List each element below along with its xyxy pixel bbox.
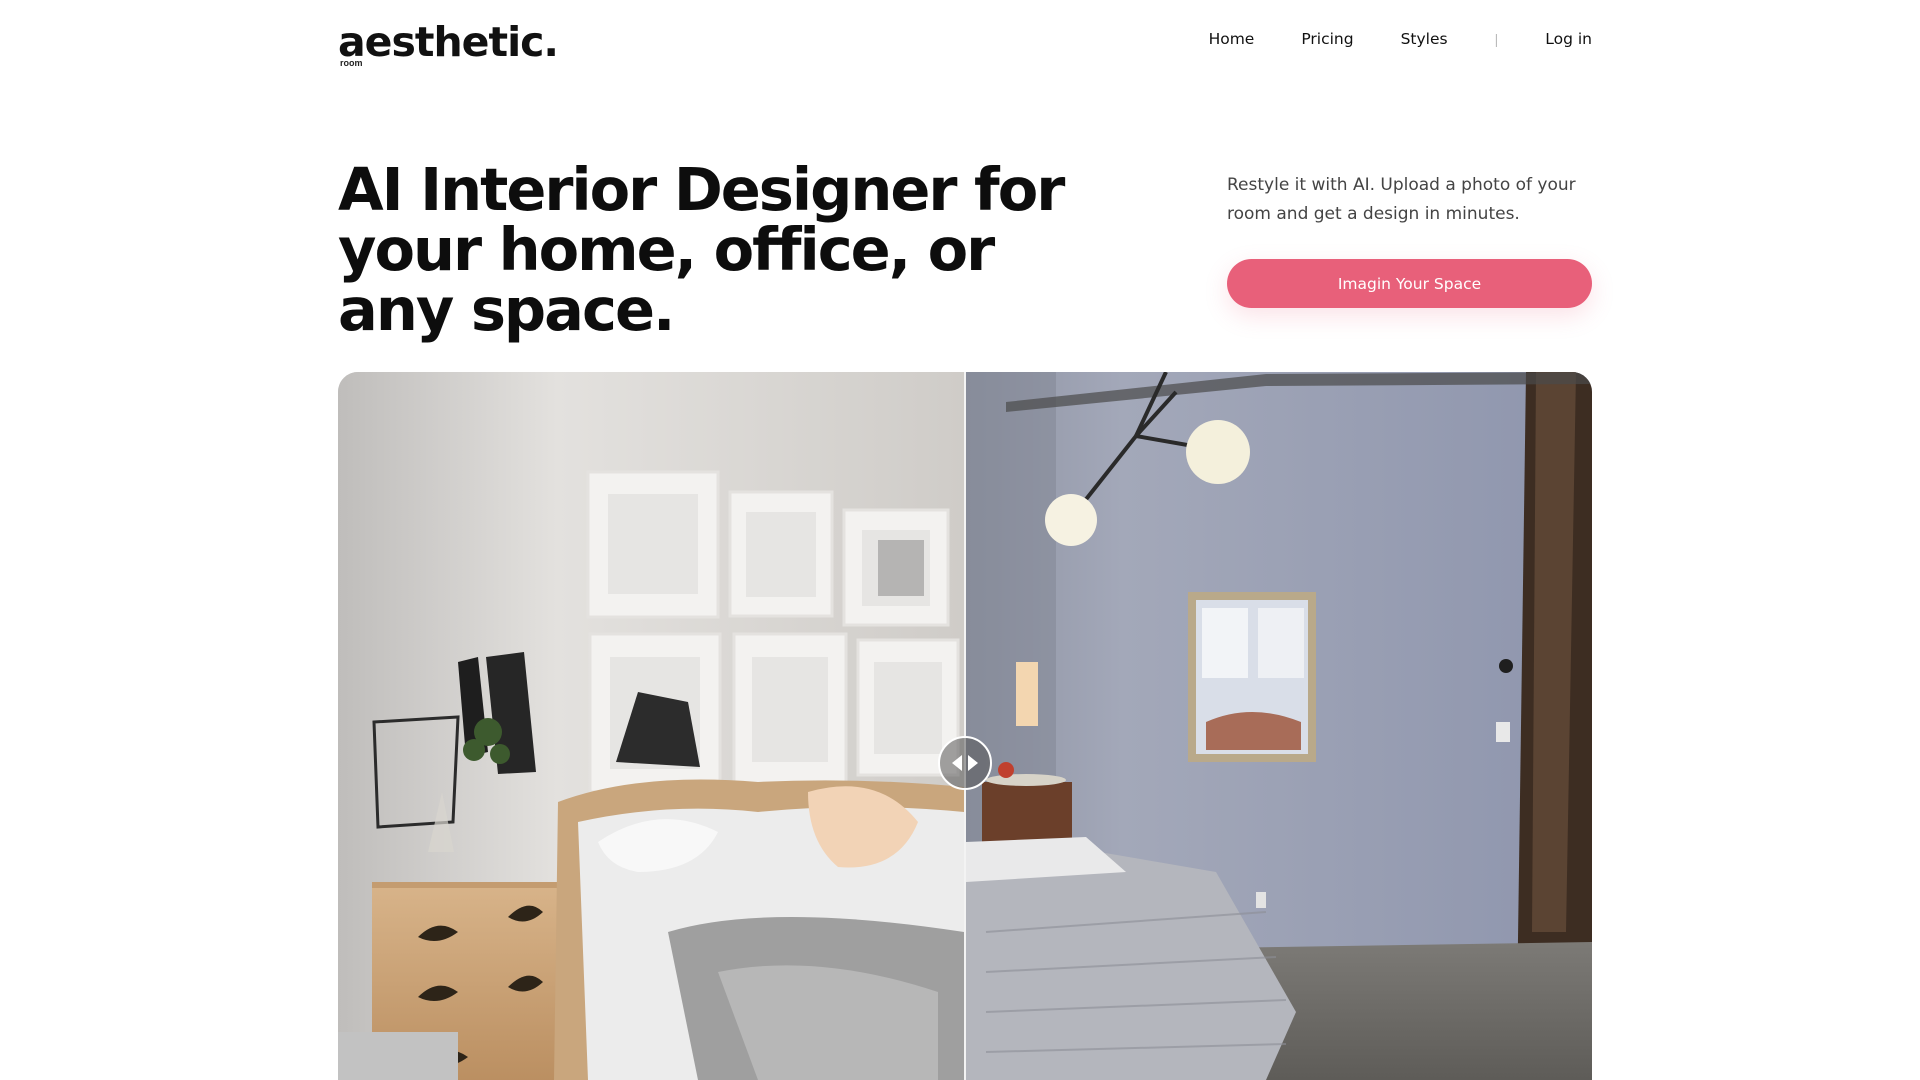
nav-separator: |: [1494, 31, 1499, 47]
comparison-divider[interactable]: [964, 372, 966, 1080]
comparison-slider-handle[interactable]: [938, 736, 992, 790]
nav-home-link[interactable]: Home: [1209, 30, 1255, 48]
hero-title: AI Interior Designer for your home, offi…: [338, 155, 1065, 344]
styled-room-image: [338, 372, 964, 1080]
main-nav: Home Pricing Styles | Log in: [1209, 30, 1592, 48]
styled-bedroom-illustration: [338, 372, 964, 1080]
site-header: aesthetic. room Home Pricing Styles | Lo…: [338, 18, 1592, 70]
logo-subtext: room: [340, 58, 363, 68]
nav-styles-link[interactable]: Styles: [1401, 30, 1448, 48]
left-right-arrows-icon: [952, 755, 978, 771]
original-room-image: [966, 372, 1592, 1080]
imagine-your-space-button[interactable]: Imagin Your Space: [1227, 259, 1592, 308]
nav-pricing-link[interactable]: Pricing: [1301, 30, 1353, 48]
original-bedroom-illustration: [966, 372, 1592, 1080]
logo-text: aesthetic.: [338, 18, 559, 66]
hero-description: Restyle it with AI. Upload a photo of yo…: [1227, 175, 1576, 224]
nav-login-link[interactable]: Log in: [1545, 30, 1592, 48]
before-after-comparison[interactable]: [338, 372, 1592, 1080]
logo[interactable]: aesthetic. room: [338, 18, 559, 68]
